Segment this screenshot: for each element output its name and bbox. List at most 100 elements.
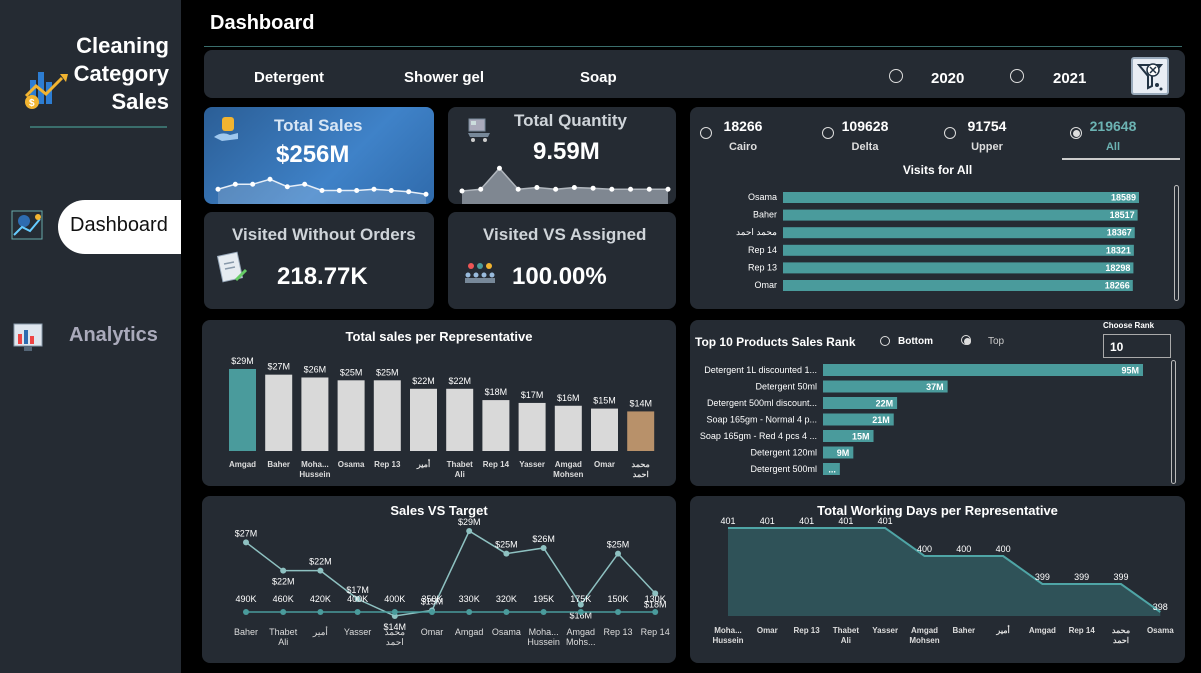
region-label-delta[interactable]: Delta (838, 141, 892, 153)
target-value-label: 400K (347, 594, 368, 604)
filter-detergent[interactable]: Detergent (254, 69, 324, 86)
svt-category-label: Rep 14 (641, 627, 670, 637)
product-category-label: Detergent 500ml discount... (707, 398, 817, 408)
sparkline-point (423, 191, 429, 197)
filter-soap[interactable]: Soap (580, 69, 617, 86)
sparkline-point (515, 186, 521, 192)
working-days-value-label: 400 (996, 544, 1011, 554)
year-2020-label[interactable]: 2020 (931, 70, 964, 87)
sales-value-label: $22M (272, 577, 295, 587)
filter-shower-gel[interactable]: Shower gel (404, 69, 484, 86)
sales-rep-value-label: $25M (376, 367, 399, 377)
region-value-cairo[interactable]: 18266 (716, 118, 770, 134)
rank-bottom-radio[interactable] (880, 336, 890, 346)
target-point (466, 609, 473, 615)
target-value-label: 490K (235, 594, 256, 604)
sparkline-point (590, 185, 596, 191)
sparkline-point (232, 181, 238, 187)
nav-analytics-label: Analytics (69, 324, 158, 346)
rank-input[interactable]: 10 (1103, 334, 1171, 358)
sales-point (615, 550, 621, 557)
region-value-delta[interactable]: 109628 (838, 118, 892, 134)
sparkline-point (267, 176, 273, 182)
sales-rep-category-label: احمد (633, 470, 649, 479)
app-title-line-1: Cleaning (76, 33, 169, 58)
year-2021-radio[interactable] (1010, 69, 1024, 83)
sales-rep-bar (337, 380, 365, 451)
year-2020-radio[interactable] (889, 69, 903, 83)
sales-rep-value-label: $29M (231, 356, 254, 366)
sales-per-rep-chart: $29M Amgad $27M Baher $26M Moha...Hussein $25M… (229, 356, 655, 479)
sales-rep-category-label: Mohsen (553, 470, 583, 479)
rank-top-radio[interactable] (961, 335, 971, 345)
sparkline-point (284, 184, 290, 190)
svt-category-label: Moha... (529, 627, 559, 637)
products-scrollbar[interactable] (1171, 360, 1176, 484)
target-value-label: 350K (421, 594, 442, 604)
region-label-all[interactable]: All (1086, 141, 1140, 153)
sparkline-point (302, 181, 308, 187)
sales-rep-value-label: $25M (340, 367, 363, 377)
sparkline-point (250, 181, 256, 187)
nav-dashboard[interactable]: Dashboard (58, 200, 181, 254)
working-days-value-label: 399 (1113, 572, 1128, 582)
sales-value-label: $25M (607, 540, 630, 550)
kpi-total-sales: Total Sales $256M (204, 107, 434, 204)
sales-point (503, 550, 510, 557)
visits-category-label: Osama (748, 192, 777, 202)
product-value-label: 95M (1121, 366, 1139, 376)
kpi-total-sales-value: $256M (276, 141, 350, 168)
sales-rep-category-label: Baher (267, 460, 290, 469)
sparkline-point (646, 186, 652, 192)
sales-rep-value-label: $22M (412, 376, 435, 386)
visits-chart: Osama 18589 Baher 18517 محمد احمد 18367 Rep 14… (736, 192, 1139, 291)
region-label-upper[interactable]: Upper (960, 141, 1014, 153)
visits-panel: 18266 Cairo 109628 Delta 91754 Upper 219648 All… (690, 107, 1185, 309)
sales-rep-bar (482, 400, 510, 451)
working-days-category-label: Amgad (1029, 626, 1056, 635)
region-value-all[interactable]: 219648 (1086, 118, 1140, 134)
working-days-value-label: 400 (956, 544, 971, 554)
sales-rep-value-label: $15M (593, 396, 616, 406)
clear-filters-button[interactable] (1131, 57, 1169, 95)
cart-icon (468, 118, 490, 142)
visits-scrollbar[interactable] (1174, 185, 1179, 301)
svt-category-label: احمد (386, 637, 404, 647)
region-radio-cairo[interactable] (700, 127, 712, 139)
sales-rep-bar (410, 388, 437, 451)
target-point (503, 609, 510, 615)
sales-value-label: $22M (309, 557, 332, 567)
working-days-area (728, 528, 1161, 616)
product-category-label: Detergent 1L discounted 1... (704, 365, 817, 375)
app-title-line-2: Category (73, 61, 169, 86)
svt-category-label: Thabet (269, 627, 298, 637)
region-radio-all[interactable] (1070, 127, 1082, 139)
region-label-cairo[interactable]: Cairo (716, 141, 770, 153)
filter-bar: Detergent Shower gel Soap 2020 2021 (204, 50, 1185, 98)
kpi-visited-without-orders-label: Visited Without Orders (232, 225, 416, 244)
working-days-category-label: Ali (841, 636, 851, 645)
team-icon (465, 263, 495, 283)
nav-dashboard-label: Dashboard (70, 214, 168, 236)
sales-rep-bar (265, 374, 293, 451)
year-2021-label[interactable]: 2021 (1053, 70, 1086, 87)
product-value-label: 21M (872, 415, 890, 425)
rank-top-label[interactable]: Top (988, 336, 1004, 347)
nav-analytics[interactable]: Analytics (69, 324, 158, 347)
region-radio-delta[interactable] (822, 127, 834, 139)
clear-filter-icon (1136, 63, 1164, 91)
rank-bottom-label[interactable]: Bottom (898, 336, 933, 347)
product-bar (823, 364, 1143, 376)
sales-value-label: $29M (458, 517, 481, 527)
region-radio-upper[interactable] (944, 127, 956, 139)
region-value-upper[interactable]: 91754 (960, 118, 1014, 134)
svt-category-label: Mohs... (566, 637, 596, 647)
sparkline-point (336, 188, 342, 193)
sales-value-label: $26M (532, 534, 555, 544)
visits-value-label: 18266 (1105, 281, 1130, 291)
product-value-label: 15M (852, 432, 870, 442)
sales-rep-category-label: محمد (632, 460, 650, 469)
sales-rep-category-label: أمير (416, 457, 430, 470)
sales-value-label: $25M (495, 540, 518, 550)
product-category-label: Soap 165gm - Red 4 pcs 4 ... (700, 431, 817, 441)
